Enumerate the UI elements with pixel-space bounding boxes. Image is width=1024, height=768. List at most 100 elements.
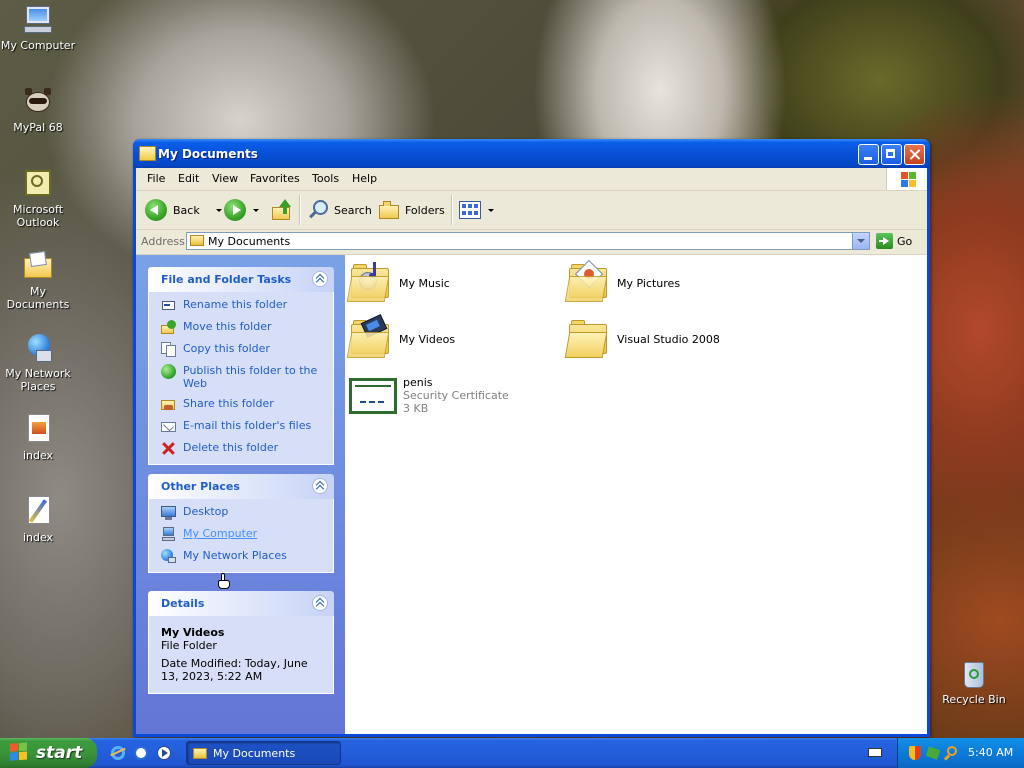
desktop-icon-label: MyPal 68 bbox=[13, 121, 63, 134]
outlook-express-icon[interactable] bbox=[133, 745, 149, 761]
minimize-button[interactable] bbox=[858, 144, 879, 165]
taskbar-window-button[interactable]: My Documents bbox=[186, 741, 341, 765]
windows-flag-icon bbox=[10, 742, 30, 763]
menu-favorites[interactable]: Favorites bbox=[250, 172, 300, 185]
go-label: Go bbox=[897, 234, 913, 248]
publish-web-icon bbox=[161, 364, 176, 379]
collapse-chevron-icon[interactable] bbox=[312, 478, 328, 494]
network-places-icon bbox=[161, 549, 176, 564]
address-dropdown-button[interactable] bbox=[852, 233, 869, 249]
desktop-icon-network-places[interactable]: My Network Places bbox=[0, 332, 76, 393]
computer-icon bbox=[161, 527, 176, 542]
file-name: My Videos bbox=[399, 332, 456, 346]
address-value: My Documents bbox=[208, 235, 291, 248]
task-label: Rename this folder bbox=[183, 298, 288, 311]
address-input[interactable]: My Documents bbox=[186, 232, 870, 250]
network-icon[interactable] bbox=[925, 746, 941, 760]
views-button[interactable] bbox=[459, 196, 494, 224]
panel-header[interactable]: Details bbox=[148, 591, 334, 616]
internet-explorer-icon[interactable] bbox=[110, 745, 126, 761]
taskbar-window-label: My Documents bbox=[213, 746, 296, 760]
menu-bar: File Edit View Favorites Tools Help bbox=[136, 168, 927, 191]
panel-header[interactable]: File and Folder Tasks bbox=[148, 267, 334, 292]
menu-tools[interactable]: Tools bbox=[312, 172, 339, 185]
task-rename-folder[interactable]: Rename this folder bbox=[161, 298, 323, 313]
file-list[interactable]: My Music My Pictures My Videos Visual St… bbox=[345, 255, 927, 734]
search-button[interactable]: Search bbox=[308, 196, 372, 224]
videos-folder-icon bbox=[346, 314, 393, 360]
task-copy-folder[interactable]: Copy this folder bbox=[161, 342, 323, 357]
task-delete-folder[interactable]: Delete this folder bbox=[161, 441, 323, 456]
search-icon[interactable] bbox=[943, 746, 958, 761]
title-bar[interactable]: My Documents bbox=[133, 139, 930, 168]
file-item-my-music[interactable]: My Music bbox=[346, 262, 450, 304]
panel-header[interactable]: Other Places bbox=[148, 474, 334, 499]
desktop-icon-index-2[interactable]: index bbox=[0, 496, 76, 544]
place-label: My Computer bbox=[183, 527, 258, 540]
search-label: Search bbox=[334, 203, 372, 217]
collapse-chevron-icon[interactable] bbox=[312, 595, 328, 611]
folders-icon bbox=[379, 199, 401, 221]
menu-view[interactable]: View bbox=[212, 172, 238, 185]
keyboard-icon[interactable] bbox=[868, 748, 882, 757]
explorer-window[interactable]: My Documents File Edit View Favorites To… bbox=[133, 139, 930, 737]
views-dropdown-icon[interactable] bbox=[488, 208, 494, 212]
desktop-icon-label: My Documents bbox=[6, 285, 70, 311]
task-move-folder[interactable]: Move this folder bbox=[161, 320, 323, 335]
file-item-certificate[interactable]: penis Security Certificate 3 KB bbox=[349, 376, 509, 415]
forward-button[interactable] bbox=[224, 196, 259, 224]
rename-icon bbox=[161, 298, 176, 313]
place-my-computer[interactable]: My Computer bbox=[161, 527, 323, 542]
details-panel: Details My Videos File Folder Date Modif… bbox=[148, 591, 334, 694]
details-modified: Date Modified: Today, June 13, 2023, 5:2… bbox=[161, 657, 308, 683]
folders-button[interactable]: Folders bbox=[379, 196, 445, 224]
desktop-icon-recycle-bin[interactable]: Recycle Bin bbox=[936, 658, 1012, 706]
forward-dropdown-icon[interactable] bbox=[253, 208, 259, 212]
desktop-icon-outlook[interactable]: Microsoft Outlook bbox=[0, 168, 76, 229]
toolbar-separator bbox=[299, 195, 301, 225]
up-folder-icon bbox=[272, 199, 292, 221]
close-button[interactable] bbox=[904, 144, 925, 165]
go-button[interactable]: Go bbox=[876, 233, 912, 249]
desktop-icon-my-computer[interactable]: My Computer bbox=[0, 4, 76, 52]
text-file-icon bbox=[22, 496, 54, 528]
menu-file[interactable]: File bbox=[147, 172, 165, 185]
desktop-icon-index-1[interactable]: index bbox=[0, 414, 76, 462]
window-client: File Edit View Favorites Tools Help Back bbox=[136, 168, 927, 734]
desktop-icon-mypal[interactable]: MyPal 68 bbox=[0, 86, 76, 134]
file-item-my-videos[interactable]: My Videos bbox=[346, 314, 456, 360]
desktop-icon-label: Microsoft Outlook bbox=[12, 203, 64, 229]
back-button[interactable]: Back bbox=[145, 196, 222, 224]
task-label: E-mail this folder's files bbox=[183, 419, 312, 432]
menu-edit[interactable]: Edit bbox=[178, 172, 199, 185]
taskbar: start My Documents 5:40 AM bbox=[0, 738, 1024, 768]
desktop-icon-label: Recycle Bin bbox=[942, 693, 1006, 706]
security-shield-icon[interactable] bbox=[908, 746, 922, 760]
media-player-icon[interactable] bbox=[156, 745, 172, 761]
place-network-places[interactable]: My Network Places bbox=[161, 549, 323, 564]
desktop-icon-my-documents[interactable]: My Documents bbox=[0, 250, 76, 311]
collapse-chevron-icon[interactable] bbox=[312, 271, 328, 287]
computer-icon bbox=[22, 4, 54, 36]
hand-cursor-icon bbox=[218, 573, 230, 589]
place-desktop[interactable]: Desktop bbox=[161, 505, 323, 520]
maximize-button[interactable] bbox=[881, 144, 902, 165]
up-folder-button[interactable] bbox=[272, 196, 292, 224]
details-type: File Folder bbox=[161, 639, 217, 652]
other-places-panel: Other Places Desktop My Computer My Netw… bbox=[148, 474, 334, 573]
task-email-files[interactable]: E-mail this folder's files bbox=[161, 419, 323, 434]
outlook-icon bbox=[22, 168, 54, 200]
file-name: Visual Studio 2008 bbox=[617, 332, 720, 346]
task-publish-web[interactable]: Publish this folder to the Web bbox=[161, 364, 323, 390]
file-item-visual-studio-2008[interactable]: Visual Studio 2008 bbox=[564, 318, 720, 360]
folder-icon bbox=[564, 318, 611, 360]
panel-body: Desktop My Computer My Network Places bbox=[148, 499, 334, 573]
file-item-my-pictures[interactable]: My Pictures bbox=[564, 259, 680, 304]
back-dropdown-icon[interactable] bbox=[215, 208, 222, 212]
desktop-icon-label: index bbox=[22, 531, 54, 544]
file-size: 3 KB bbox=[403, 402, 429, 415]
task-share-folder[interactable]: Share this folder bbox=[161, 397, 323, 412]
start-button[interactable]: start bbox=[0, 738, 97, 768]
menu-help[interactable]: Help bbox=[352, 172, 377, 185]
certificate-icon bbox=[349, 377, 397, 414]
